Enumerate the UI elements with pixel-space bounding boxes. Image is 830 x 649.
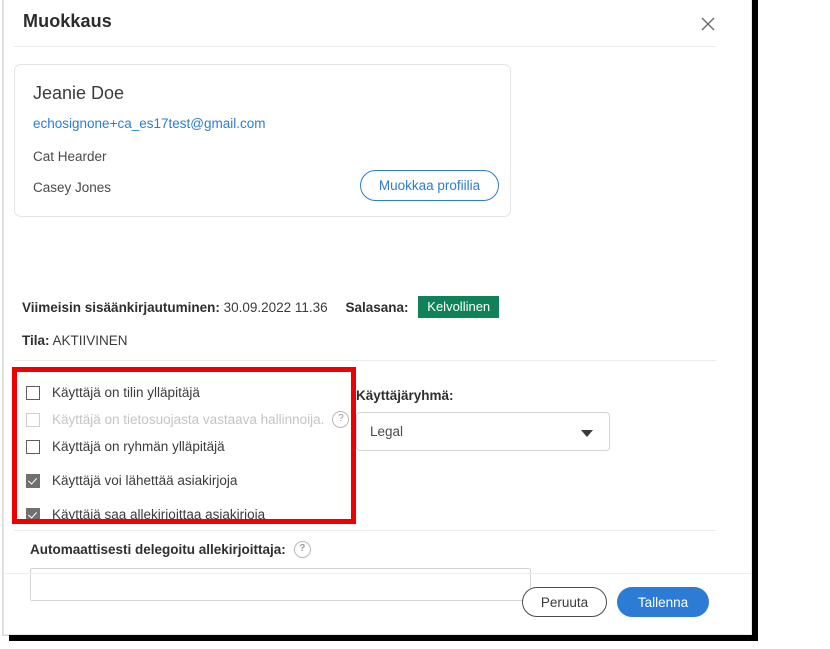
password-label: Salasana: xyxy=(345,300,409,315)
edit-user-dialog: Muokkaus Jeanie Doe echosignone+ca_es17t… xyxy=(3,0,752,635)
help-circle-icon[interactable]: ? xyxy=(332,411,350,428)
edit-profile-button[interactable]: Muokkaa profiilia xyxy=(360,170,499,201)
status-label: Tila: xyxy=(22,333,50,348)
section-divider-bottom xyxy=(14,530,716,531)
permission-label: Käyttäjä on ryhmän ylläpitäjä xyxy=(52,439,225,454)
save-button[interactable]: Tallenna xyxy=(617,587,709,617)
help-circle-icon[interactable]: ? xyxy=(293,541,311,558)
screen: Muokkaus Jeanie Doe echosignone+ca_es17t… xyxy=(0,0,830,649)
permissions-group: Käyttäjä on tilin ylläpitäjä Käyttäjä on… xyxy=(26,379,351,528)
permission-row-privacy-admin: Käyttäjä on tietosuojasta vastaava halli… xyxy=(26,406,351,433)
delegate-label: Automaattisesti delegoitu allekirjoittaj… xyxy=(30,542,286,557)
profile-job-title: Cat Hearder xyxy=(33,149,107,164)
profile-name: Jeanie Doe xyxy=(33,83,125,103)
checkbox-group-admin[interactable] xyxy=(26,439,40,454)
profile-card: Jeanie Doe echosignone+ca_es17test@gmail… xyxy=(14,64,511,217)
permission-row-can-sign[interactable]: Käyttäjä saa allekirjoittaa asiakirjoja xyxy=(26,501,351,528)
dialog-title: Muokkaus xyxy=(23,11,112,31)
password-status-badge: Kelvollinen xyxy=(418,296,500,318)
chevron-down-icon xyxy=(581,430,593,437)
permission-label: Käyttäjä saa allekirjoittaa asiakirjoja xyxy=(52,507,266,522)
user-group-field: Käyttäjäryhmä: Legal xyxy=(356,388,610,451)
checkbox-can-sign[interactable] xyxy=(26,507,40,522)
permission-row-account-admin[interactable]: Käyttäjä on tilin ylläpitäjä xyxy=(26,379,351,406)
permission-label: Käyttäjä on tilin ylläpitäjä xyxy=(52,385,200,400)
checkbox-account-admin[interactable] xyxy=(26,385,40,400)
user-group-selected-value: Legal xyxy=(370,424,404,439)
profile-company: Casey Jones xyxy=(33,180,112,195)
checkbox-privacy-admin xyxy=(26,412,40,427)
permission-row-can-send[interactable]: Käyttäjä voi lähettää asiakirjoja xyxy=(26,467,351,494)
delegate-label-row: Automaattisesti delegoitu allekirjoittaj… xyxy=(30,541,531,558)
section-divider-top xyxy=(14,360,716,361)
permission-label: Käyttäjä on tietosuojasta vastaava halli… xyxy=(52,412,325,427)
footer-divider xyxy=(4,573,751,574)
dialog-header: Muokkaus xyxy=(4,0,751,47)
permission-row-group-admin[interactable]: Käyttäjä on ryhmän ylläpitäjä xyxy=(26,433,351,460)
user-group-label: Käyttäjäryhmä: xyxy=(356,388,454,403)
dialog-footer: Peruuta Tallenna xyxy=(4,573,751,633)
last-login-label: Viimeisin sisäänkirjautuminen: xyxy=(22,300,220,315)
checkbox-can-send[interactable] xyxy=(26,473,40,488)
last-login-value: 30.09.2022 11.36 xyxy=(223,300,328,315)
cancel-button[interactable]: Peruuta xyxy=(522,587,607,617)
header-divider xyxy=(14,46,716,47)
permission-label: Käyttäjä voi lähettää asiakirjoja xyxy=(52,473,238,488)
status-row: Tila: AKTIIVINEN xyxy=(22,333,128,348)
last-login-row: Viimeisin sisäänkirjautuminen: 30.09.202… xyxy=(22,296,500,318)
close-icon[interactable] xyxy=(697,13,719,35)
profile-email-link[interactable]: echosignone+ca_es17test@gmail.com xyxy=(33,116,265,131)
user-group-select[interactable]: Legal xyxy=(356,412,610,451)
status-value: AKTIIVINEN xyxy=(52,333,128,348)
